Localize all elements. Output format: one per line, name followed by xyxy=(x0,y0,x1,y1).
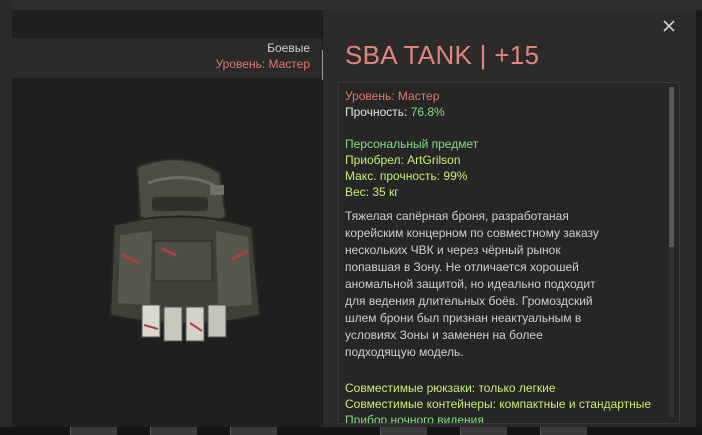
close-button[interactable] xyxy=(660,17,678,35)
item-preview-header: Боевые Уровень: Мастер xyxy=(12,38,322,78)
compatible-backpacks: Совместимые рюкзаки: только легкие xyxy=(345,381,556,395)
item-level: Уровень: Мастер xyxy=(345,89,440,103)
inventory-slot xyxy=(70,427,117,435)
item-details-panel: SBA TANK | +15 Уровень: Мастер Прочность… xyxy=(323,10,696,427)
inventory-slot xyxy=(380,427,427,435)
description-line: условиях Зоны и заменен на более xyxy=(345,328,543,342)
item-weight: Вес: 35 кг xyxy=(345,185,399,199)
max-durability: Макс. прочность: 99% xyxy=(345,169,468,183)
scrollbar-thumb[interactable] xyxy=(669,87,674,247)
description-line: Тяжелая сапёрная броня, разработаная xyxy=(345,209,569,223)
description-line: шлем брони был признан неактуальным в xyxy=(345,311,582,325)
description-line: попавшая в Зону. Не отличается хорошей xyxy=(345,260,579,274)
item-description: Тяжелая сапёрная броня, разработаная кор… xyxy=(345,208,665,361)
item-level-left: Уровень: Мастер xyxy=(215,57,310,71)
item-description-panel[interactable]: Уровень: Мастер Прочность: 76.8% Персона… xyxy=(338,82,680,424)
background-top-bar xyxy=(12,0,702,10)
durability-value: 76.8% xyxy=(410,105,445,119)
item-durability: Прочность: 76.8% xyxy=(345,105,445,119)
item-preview-panel: Боевые Уровень: Мастер xyxy=(12,10,322,427)
armor-item-icon xyxy=(108,158,262,342)
description-line: для ведения длительных боёв. Громоздский xyxy=(345,294,593,308)
durability-label: Прочность: xyxy=(345,105,408,119)
description-line: подходящую модель. xyxy=(345,345,464,359)
description-line: аномальной защитой, но идеально подходит xyxy=(345,277,596,291)
inventory-slot xyxy=(540,427,587,435)
inventory-slot xyxy=(150,427,197,435)
item-title: SBA TANK | +15 xyxy=(345,40,540,70)
acquired-by: Приобрел: ArtGrilson xyxy=(345,153,461,167)
description-line: нескольких ЧВК и через чёрный рынок xyxy=(345,243,561,257)
inventory-slot xyxy=(460,427,507,435)
inventory-slot xyxy=(230,427,277,435)
night-vision: Прибор ночного видения xyxy=(345,413,484,424)
description-line: корейским концерном по совместному заказ… xyxy=(345,226,599,240)
item-category: Боевые xyxy=(267,41,310,55)
compatible-containers: Совместимые контейнеры: компактные и ста… xyxy=(345,397,652,411)
background-bottom-bar xyxy=(0,427,702,435)
close-icon xyxy=(663,20,675,32)
personal-item: Персональный предмет xyxy=(345,137,479,151)
background-left-panel xyxy=(0,0,12,435)
item-info-dialog: Боевые Уровень: Мастер SBA TANK | +15 Ур… xyxy=(12,10,696,427)
